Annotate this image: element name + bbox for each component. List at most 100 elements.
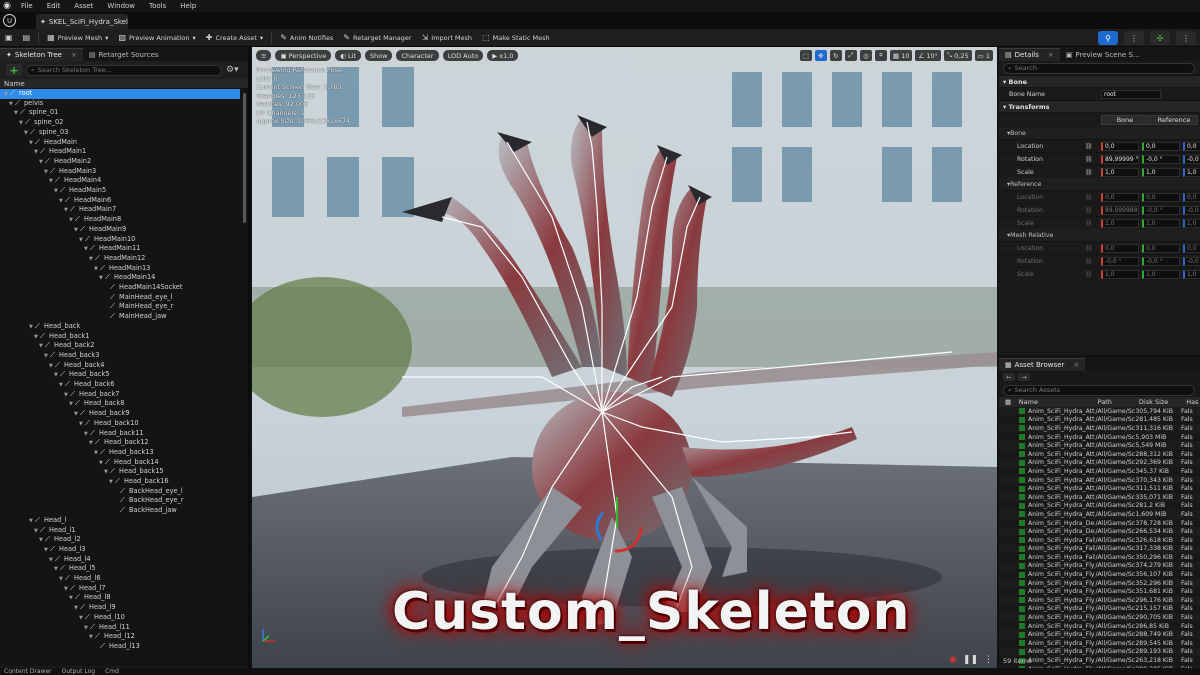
lock-icon[interactable]: ⛓ [1085, 156, 1093, 163]
tree-row-bone[interactable]: ▼ ⟋ Head_back11 [0, 429, 240, 439]
vector-field-y[interactable]: 0,0 [1142, 141, 1180, 151]
section-bone[interactable]: ▾ Bone [999, 75, 1200, 87]
reference-space-button[interactable]: Reference [1150, 115, 1198, 125]
column-name[interactable]: Name [1019, 398, 1098, 406]
tree-scrollbar[interactable] [243, 93, 246, 223]
browse-button[interactable]: ▤ [18, 33, 36, 42]
asset-row[interactable]: Anim_SciFi_Hydra_Fly_/All/Game/Sc 215,157… [999, 605, 1200, 614]
document-tab-skeleton[interactable]: ✦ SKEL_SciFi_Hydra_Skel... [36, 14, 128, 29]
scale-snap-button[interactable]: ⤡ 0,25 [943, 50, 972, 61]
back-arrow-icon[interactable]: ← [1003, 373, 1015, 381]
vector-field-y[interactable]: 1,0 [1142, 167, 1180, 177]
tree-row-bone[interactable]: ▼ ⟋ HeadMain6 [0, 196, 240, 206]
tree-row-bone[interactable]: ▼ ⟋ HeadMain [0, 138, 240, 148]
lit-button[interactable]: ◐ Lit [335, 50, 361, 61]
asset-row[interactable]: Anim_SciFi_Hydra_Atta/All/Game/Sc 370,343… [999, 475, 1200, 485]
unreal-logo-icon[interactable]: ◉ [0, 0, 14, 12]
vector-field-z[interactable]: 0,0 [1183, 141, 1200, 151]
asset-row[interactable]: Anim_SciFi_Hydra_Fly_/All/Game/Sc 374,279… [999, 561, 1200, 571]
select-mode-icon[interactable]: ⬚ [799, 50, 812, 61]
asset-row[interactable]: Anim_SciFi_Hydra_Fly_/All/Game/Sc 352,296… [999, 578, 1200, 588]
skeleton-search-input[interactable]: ⌕ Search Skeleton Tree... [26, 64, 222, 76]
rotation-snap-button[interactable]: ∠ 10° [915, 50, 941, 61]
tree-row-bone[interactable]: ▼ ⟋ Head_l6 [0, 574, 240, 584]
preview-viewport[interactable]: ≡ ▣ Perspective ◐ Lit Show Character LOD A… [252, 47, 997, 668]
character-button[interactable]: Character [396, 50, 439, 61]
tree-row-bone[interactable]: ⟋ Head_l13 [0, 642, 240, 652]
lock-icon[interactable]: ⛓ [1085, 194, 1093, 201]
tree-row-bone[interactable]: ▼ ⟋ Head_back7 [0, 390, 240, 400]
menu-tools[interactable]: Tools [142, 2, 173, 10]
asset-row[interactable]: Anim_SciFi_Hydra_Flyi/All/Game/Sc 288,749… [999, 630, 1200, 640]
asset-row[interactable]: Anim_SciFi_Hydra_FallI/All/Game/Sc 317,33… [999, 544, 1200, 554]
tree-row-bone[interactable]: ▼ ⟋ HeadMain12 [0, 254, 240, 264]
asset-row[interactable]: Anim_SciFi_Hydra_Flyi/All/Game/Sc 289,545… [999, 639, 1200, 648]
tree-row-bone[interactable]: ⟋ HeadMain14Socket [0, 283, 240, 293]
cmd-button[interactable]: Cmd [105, 668, 119, 675]
vector-field-x[interactable]: 89,99999 ° [1101, 154, 1139, 164]
tree-row-bone[interactable]: ▼ ⟋ HeadMain14 [0, 273, 240, 283]
preview-animation-button[interactable]: ▧ Preview Animation ▾ [113, 33, 200, 42]
tree-row-bone[interactable]: ▼ ⟋ Head_back [0, 322, 240, 332]
tab-preview-scene-settings[interactable]: ▣ Preview Scene S... [1060, 48, 1146, 61]
more-options-button[interactable]: ⋮ [1124, 31, 1144, 45]
tree-row-bone[interactable]: ▼ ⟋ spine_01 [0, 108, 240, 118]
close-icon[interactable]: × [71, 51, 77, 59]
translate-mode-icon[interactable]: ✥ [814, 50, 827, 61]
more-vertical-icon[interactable]: ⋮ [984, 655, 993, 665]
vector-field-z[interactable]: -0,0 ° [1183, 154, 1200, 164]
tree-row-bone[interactable]: ▼ ⟋ Head_l5 [0, 564, 240, 574]
tree-row-bone[interactable]: ▼ ⟋ HeadMain2 [0, 157, 240, 167]
asset-row[interactable]: Anim_SciFi_Hydra_Flyi/All/Game/Sc 289,193… [999, 647, 1200, 657]
forward-arrow-icon[interactable]: → [1018, 373, 1030, 381]
asset-row[interactable]: Anim_SciFi_Hydra_Fly_/All/Game/Sc 290,705… [999, 613, 1200, 622]
tree-row-bone[interactable]: ▼ ⟋ Head_l9 [0, 603, 240, 613]
asset-row[interactable]: Anim_SciFi_Hydra_Dea/All/Game/Sc 378,728 … [999, 519, 1200, 528]
lock-icon[interactable]: ⛓ [1085, 258, 1093, 265]
tab-asset-browser[interactable]: ▦ Asset Browser × [999, 358, 1086, 371]
menu-window[interactable]: Window [100, 2, 142, 10]
asset-row[interactable]: Anim_SciFi_Hydra_Atta/All/Game/Sc 288,312… [999, 450, 1200, 459]
menu-file[interactable]: File [14, 2, 40, 10]
column-disk-size[interactable]: Disk Size [1139, 398, 1186, 406]
rotate-mode-icon[interactable]: ↻ [829, 50, 842, 61]
tree-row-bone[interactable]: ▼ ⟋ Head_l4 [0, 555, 240, 565]
vector-field-x[interactable]: 0,0 [1101, 141, 1139, 151]
lock-icon[interactable]: ⛓ [1085, 245, 1093, 252]
camera-speed-button[interactable]: ▭ 1 [974, 50, 993, 61]
tree-row-bone[interactable]: ▼ ⟋ Head_l2 [0, 535, 240, 545]
tree-row-bone[interactable]: ▼ ⟋ Head_back4 [0, 361, 240, 371]
world-local-icon[interactable]: ◎ [859, 50, 872, 61]
transform-group-header[interactable]: ▾ Mesh Relative [999, 229, 1200, 241]
tree-row-bone[interactable]: ▼ ⟋ Head_l11 [0, 623, 240, 633]
tree-row-bone[interactable]: ▼ ⟋ Head_back10 [0, 419, 240, 429]
tree-row-bone[interactable]: ▼ ⟋ Head_back8 [0, 399, 240, 409]
asset-row[interactable]: Anim_SciFi_Hydra_Atta/All/Game/Sc 311,511… [999, 484, 1200, 493]
retarget-manager-button[interactable]: ✎ Retarget Manager [338, 33, 416, 42]
tree-row-bone[interactable]: ▼ ⟋ Head_back12 [0, 438, 240, 448]
tree-row-bone[interactable]: ▼ ⟋ Head_back2 [0, 341, 240, 351]
close-icon[interactable]: × [1048, 51, 1054, 59]
asset-row[interactable]: Anim_SciFi_Hydra_Fly_/All/Game/Sc 351,681… [999, 587, 1200, 596]
vector-field-z[interactable]: 1,0 [1183, 167, 1200, 177]
type-filter-icon[interactable]: ▦ [999, 398, 1019, 406]
tree-row-bone[interactable]: ▼ ⟋ Head_l [0, 516, 240, 526]
menu-asset[interactable]: Asset [67, 2, 100, 10]
tree-row-bone[interactable]: ▼ ⟋ Head_back6 [0, 380, 240, 390]
lock-icon[interactable]: ⛓ [1085, 220, 1093, 227]
tree-row-bone[interactable]: ▼ ⟋ Head_back14 [0, 458, 240, 468]
tab-details[interactable]: ▤ Details × [999, 48, 1060, 61]
transform-group-header[interactable]: ▾ Reference [999, 178, 1200, 190]
more-options-button-2[interactable]: ⋮ [1176, 31, 1196, 45]
asset-row[interactable]: Anim_SciFi_Hydra_Atta/All/Game/Sc 345,37 … [999, 467, 1200, 476]
tab-skeleton-tree[interactable]: ✦ Skeleton Tree × [0, 48, 83, 61]
output-log-button[interactable]: Output Log [62, 668, 95, 675]
asset-row[interactable]: Anim_SciFi_Hydra_Fly_/All/Game/Sc 356,107… [999, 570, 1200, 579]
import-mesh-button[interactable]: ⇲ Import Mesh [417, 33, 477, 42]
asset-row[interactable]: Anim_SciFi_Hydra_Fall/All/Game/Sc 326,618… [999, 536, 1200, 545]
surface-snap-icon[interactable]: ⌗ [874, 50, 887, 61]
tree-row-bone[interactable]: ▼ ⟋ Head_l1 [0, 526, 240, 536]
vector-field-x[interactable]: 1,0 [1101, 167, 1139, 177]
tree-row-bone[interactable]: ▼ ⟋ Head_back1 [0, 332, 240, 342]
menu-edit[interactable]: Edit [40, 2, 68, 10]
